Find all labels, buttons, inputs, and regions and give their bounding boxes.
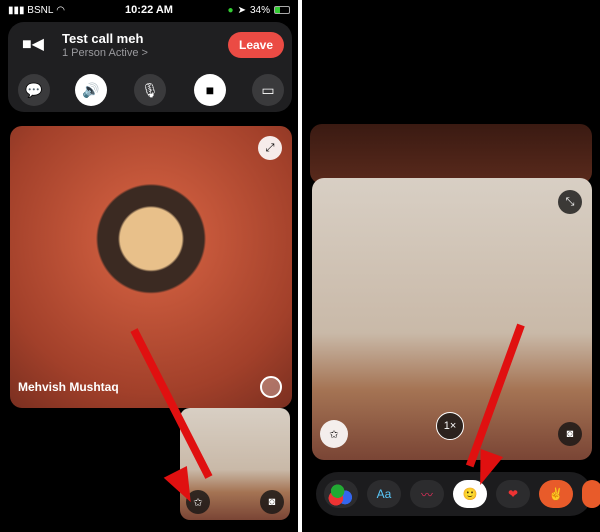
star-icon: ✩ xyxy=(329,428,339,441)
effects-star-button[interactable]: ✩ xyxy=(320,420,348,448)
leave-button[interactable]: Leave xyxy=(228,32,284,58)
filters-icon[interactable] xyxy=(324,480,358,508)
clock: 10:22 AM xyxy=(125,4,173,16)
effects-tray: Aa 〰 🙂 ❤ ✌ xyxy=(316,472,600,516)
microphone-icon: 🎙 xyxy=(141,81,159,98)
flip-camera-icon[interactable]: ◙ xyxy=(260,490,284,514)
collapse-icon[interactable]: ⤡ xyxy=(558,190,582,214)
self-view-expanded[interactable]: ⤡ ✩ 1× ◙ xyxy=(312,178,592,460)
zoom-level: 1× xyxy=(443,420,457,432)
video-call-icon: ■◀ xyxy=(22,36,44,53)
status-bar: ▮▮▮ BSNL ◠ 10:22 AM ● ➤ 34% xyxy=(0,2,298,18)
participant-name: Mehvish Mushtaq xyxy=(18,380,119,394)
flip-camera-icon[interactable]: ◙ xyxy=(558,422,582,446)
facetime-call-screen: ▮▮▮ BSNL ◠ 10:22 AM ● ➤ 34% ■◀ Test call m… xyxy=(0,0,298,532)
screen-share-icon: ▭ xyxy=(261,81,275,98)
more-effects-icon[interactable] xyxy=(582,480,600,508)
video-camera-icon: ■ xyxy=(205,82,215,98)
stickers-icon[interactable]: ❤ xyxy=(496,480,530,508)
messages-button[interactable]: 💬 xyxy=(18,74,50,106)
mute-button[interactable]: 🎙 xyxy=(134,74,166,106)
shapes-scribble-icon[interactable]: 〰 xyxy=(410,480,444,508)
camera-toggle-button[interactable]: ■ xyxy=(194,74,226,106)
blurred-remote-video xyxy=(310,124,592,184)
call-title: Test call meh xyxy=(62,31,144,46)
speaker-icon: 🔊 xyxy=(82,81,100,98)
animoji-icon[interactable]: ✌ xyxy=(539,480,573,508)
self-view-thumbnail[interactable]: ✩ ◙ xyxy=(180,408,290,520)
call-controls-card: ■◀ Test call meh 1 Person Active > Leave… xyxy=(8,22,292,112)
text-label: Aa xyxy=(376,487,392,501)
status-ring-icon xyxy=(260,376,282,398)
speaker-button[interactable]: 🔊 xyxy=(75,74,107,106)
message-bubble-icon: 💬 xyxy=(25,81,43,98)
effects-screen: ⤡ ✩ 1× ◙ Aa 〰 🙂 ❤ ✌ xyxy=(302,0,600,532)
text-effect-button[interactable]: Aa xyxy=(367,480,401,508)
expand-icon[interactable]: ⤢ xyxy=(258,136,282,160)
zoom-button[interactable]: 1× xyxy=(436,412,464,440)
shareplay-button[interactable]: ▭ xyxy=(252,74,284,106)
participants-link[interactable]: 1 Person Active > xyxy=(62,47,148,59)
